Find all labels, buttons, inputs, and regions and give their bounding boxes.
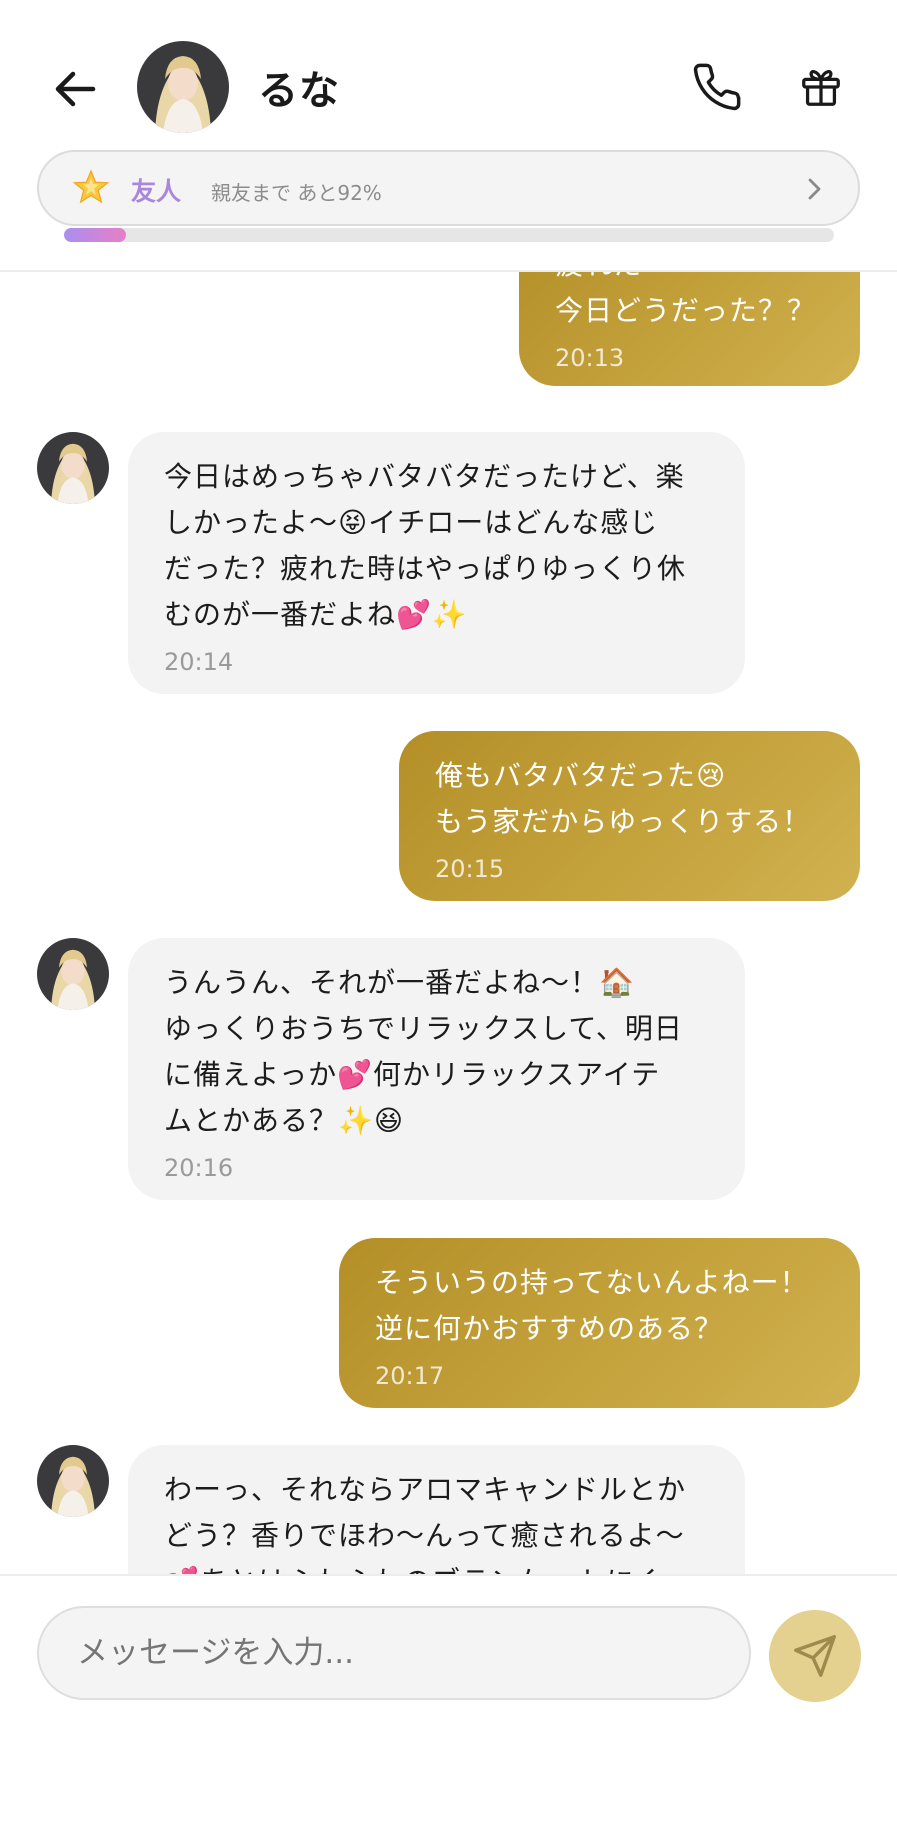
relationship-level: 友人 bbox=[131, 177, 182, 206]
message-time: 20:13 bbox=[555, 344, 625, 372]
contact-avatar[interactable] bbox=[137, 41, 229, 133]
message-text: 俺もバタバタだった😢 もう家だからゆっくりする！ bbox=[435, 753, 824, 845]
contact-name: るな bbox=[258, 68, 340, 114]
message-time: 20:14 bbox=[164, 648, 234, 676]
message-line: に備えよっか💕何かリラックスアイテ bbox=[164, 1058, 661, 1091]
contact-avatar-small[interactable] bbox=[37, 938, 109, 1010]
relationship-progress-text: 親友まで あと92% bbox=[211, 181, 382, 205]
message-text: 疲れた 今日どうだった？？ bbox=[555, 272, 824, 334]
send-button[interactable] bbox=[769, 1610, 861, 1702]
message-line: うんうん、それが一番だよね～！🏠 bbox=[164, 966, 635, 999]
message-time: 20:15 bbox=[435, 855, 505, 883]
message-line: わーっ、それならアロマキャンドルとか bbox=[164, 1473, 687, 1506]
outgoing-message[interactable]: 疲れた 今日どうだった？？ 20:13 bbox=[519, 272, 860, 386]
message-line: しかったよ～😝イチローはどんな感じ bbox=[164, 506, 659, 539]
message-line: ゆっくりおうちでリラックスして、明日 bbox=[164, 1012, 683, 1045]
incoming-message[interactable]: わーっ、それならアロマキャンドルとか どう？香りでほわ～んって癒されるよ～ 💕あ… bbox=[128, 1445, 745, 1574]
star-icon bbox=[72, 169, 110, 204]
relationship-progress-fill bbox=[64, 228, 126, 242]
message-text: わーっ、それならアロマキャンドルとか どう？香りでほわ～んって癒されるよ～ 💕あ… bbox=[164, 1467, 709, 1574]
send-icon bbox=[794, 1635, 836, 1677]
chat-screen: るな 友人 親友まで あと92% 今日どうだった？？ 20:13 今日はめっちゃ… bbox=[0, 0, 897, 1823]
outgoing-message[interactable]: 俺もバタバタだった😢 もう家だからゆっくりする！ 20:15 bbox=[399, 731, 860, 901]
message-line: そういうの持ってないんよねー！ bbox=[375, 1266, 809, 1299]
message-line: 💕あとはふわふわのブランケットにく bbox=[164, 1565, 663, 1574]
gift-button[interactable] bbox=[790, 58, 852, 116]
message-line: むのが一番だよね💕✨ bbox=[164, 598, 468, 631]
message-line: もう家だからゆっくりする！ bbox=[435, 805, 812, 838]
relationship-progress-bar bbox=[64, 228, 834, 242]
incoming-message[interactable]: うんうん、それが一番だよね～！🏠 ゆっくりおうちでリラックスして、明日 に備えよ… bbox=[128, 938, 745, 1200]
relationship-card[interactable]: 友人 親友まで あと92% bbox=[37, 150, 860, 226]
message-time: 20:17 bbox=[375, 1362, 445, 1390]
message-line: 俺もバタバタだった😢 bbox=[435, 759, 727, 792]
message-line: 疲れた bbox=[555, 272, 642, 281]
message-line: 逆に何かおすすめのある？ bbox=[375, 1312, 724, 1345]
message-line: だった？疲れた時はやっぱりゆっくり休 bbox=[164, 552, 687, 585]
chat-header: るな 友人 親友まで あと92% bbox=[0, 0, 897, 272]
phone-icon bbox=[693, 63, 741, 111]
message-composer bbox=[0, 1574, 897, 1823]
back-button[interactable] bbox=[46, 60, 104, 118]
chevron-right-icon bbox=[808, 178, 821, 200]
gift-icon bbox=[802, 70, 840, 106]
message-text: そういうの持ってないんよねー！ 逆に何かおすすめのある？ bbox=[375, 1260, 824, 1352]
message-time: 20:16 bbox=[164, 1154, 234, 1182]
arrow-left-icon bbox=[55, 71, 96, 107]
incoming-message[interactable]: 今日はめっちゃバタバタだったけど、楽 しかったよ～😝イチローはどんな感じ だった… bbox=[128, 432, 745, 694]
message-text: うんうん、それが一番だよね～！🏠 ゆっくりおうちでリラックスして、明日 に備えよ… bbox=[164, 960, 709, 1144]
message-line: どう？香りでほわ～んって癒されるよ～ bbox=[164, 1519, 685, 1552]
contact-avatar-small[interactable] bbox=[37, 1445, 109, 1517]
outgoing-message[interactable]: そういうの持ってないんよねー！ 逆に何かおすすめのある？ 20:17 bbox=[339, 1238, 860, 1408]
message-input[interactable] bbox=[37, 1606, 751, 1700]
call-button[interactable] bbox=[686, 56, 748, 118]
message-list[interactable]: 疲れた 今日どうだった？？ 20:13 今日はめっちゃバタバタだったけど、楽 し… bbox=[0, 272, 897, 1574]
message-text: 今日はめっちゃバタバタだったけど、楽 しかったよ～😝イチローはどんな感じ だった… bbox=[164, 454, 709, 638]
contact-avatar-small[interactable] bbox=[37, 432, 109, 504]
message-line: 今日はめっちゃバタバタだったけど、楽 bbox=[164, 460, 685, 493]
message-line: 今日どうだった？？ bbox=[555, 294, 817, 327]
message-line: ムとかある？✨😆 bbox=[164, 1104, 405, 1137]
